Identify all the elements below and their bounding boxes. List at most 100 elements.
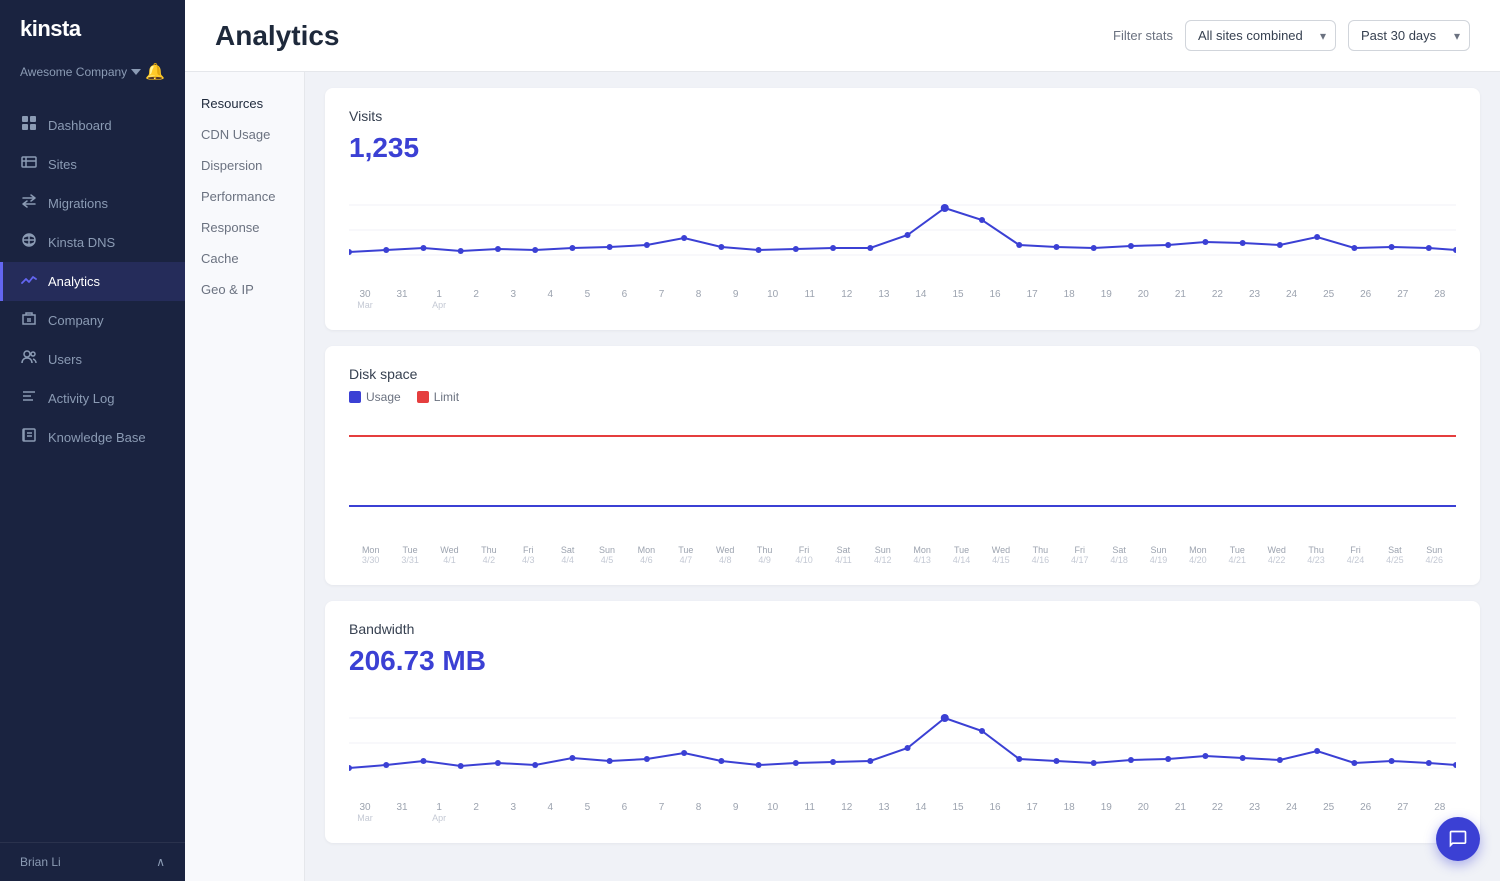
sidebar-item-dashboard[interactable]: Dashboard — [0, 106, 185, 145]
x-label: Mon4/20 — [1178, 545, 1217, 565]
x-label: 24 — [1280, 802, 1304, 823]
charts-area: Visits 1,235 — [305, 72, 1500, 881]
x-label: 23 — [1243, 802, 1267, 823]
x-label: 10 — [761, 802, 785, 823]
x-label: Mon4/6 — [627, 545, 666, 565]
sidebar-item-analytics[interactable]: Analytics — [0, 262, 185, 301]
sidebar-item-activity-log[interactable]: Activity Log — [0, 379, 185, 418]
x-label: Sat4/11 — [824, 545, 863, 565]
x-label: 15 — [946, 802, 970, 823]
chat-button[interactable] — [1436, 817, 1480, 861]
activity-log-icon — [20, 388, 38, 409]
x-label: Wed4/15 — [981, 545, 1020, 565]
sidebar-item-migrations[interactable]: Migrations — [0, 184, 185, 223]
x-label: 18 — [1057, 802, 1081, 823]
x-label: 17 — [1020, 802, 1044, 823]
sub-nav-resources[interactable]: Resources — [185, 88, 304, 119]
x-label: 14 — [909, 289, 933, 310]
x-label: 6 — [612, 289, 636, 310]
period-filter-select[interactable]: Past 30 days — [1348, 20, 1470, 51]
sidebar-item-label: Sites — [48, 157, 77, 172]
x-label: 4 — [538, 802, 562, 823]
x-label: 9 — [724, 802, 748, 823]
disk-x-axis: Mon3/30 Tue3/31 Wed4/1 Thu4/2 Fri4/3 Sat… — [349, 545, 1456, 565]
knowledge-base-icon — [20, 427, 38, 448]
x-label: Sun4/12 — [863, 545, 902, 565]
company-row[interactable]: Awesome Company 🔔 — [0, 58, 185, 98]
dashboard-icon — [20, 115, 38, 136]
x-label: Tue3/31 — [390, 545, 429, 565]
sites-filter-wrapper[interactable]: All sites combined — [1185, 20, 1336, 51]
x-label: 26 — [1354, 289, 1378, 310]
legend-usage: Usage — [349, 390, 401, 404]
bandwidth-chart-svg — [349, 693, 1456, 793]
x-label: Fri4/10 — [784, 545, 823, 565]
x-label: 17 — [1020, 289, 1044, 310]
x-label: 11 — [798, 289, 822, 310]
period-filter-wrapper[interactable]: Past 30 days — [1348, 20, 1470, 51]
x-label: 25 — [1317, 802, 1341, 823]
x-label: 7 — [650, 802, 674, 823]
x-label: 31 — [390, 802, 414, 823]
x-label: 13 — [872, 289, 896, 310]
x-label: Tue4/21 — [1218, 545, 1257, 565]
sites-icon — [20, 154, 38, 175]
sub-nav-dispersion[interactable]: Dispersion — [185, 150, 304, 181]
page-title: Analytics — [215, 20, 340, 52]
x-label: 27 — [1391, 802, 1415, 823]
x-label: 3 — [501, 289, 525, 310]
x-label: Thu4/16 — [1021, 545, 1060, 565]
sidebar-item-sites[interactable]: Sites — [0, 145, 185, 184]
sub-nav-performance[interactable]: Performance — [185, 181, 304, 212]
x-label: 12 — [835, 802, 859, 823]
sites-filter-select[interactable]: All sites combined — [1185, 20, 1336, 51]
user-name: Brian Li — [20, 855, 61, 869]
disk-space-chart-card: Disk space Usage Limit — [325, 346, 1480, 585]
x-label: Wed4/22 — [1257, 545, 1296, 565]
bandwidth-chart-card: Bandwidth 206.73 MB — [325, 601, 1480, 843]
main-nav: Dashboard Sites Migrations Kinsta DNS An… — [0, 98, 185, 842]
x-label: Wed4/8 — [706, 545, 745, 565]
notifications-icon[interactable]: 🔔 — [145, 62, 165, 82]
x-label: 10 — [761, 289, 785, 310]
x-label: Sat4/25 — [1375, 545, 1414, 565]
company-selector[interactable]: Awesome Company — [20, 65, 141, 79]
x-label: 23 — [1243, 289, 1267, 310]
migrations-icon — [20, 193, 38, 214]
sidebar: kinsta Awesome Company 🔔 Dashboard Sites… — [0, 0, 185, 881]
user-menu-chevron[interactable]: ∧ — [156, 855, 165, 869]
content-area: Resources CDN Usage Dispersion Performan… — [185, 72, 1500, 881]
sidebar-item-users[interactable]: Users — [0, 340, 185, 379]
sidebar-item-label: Kinsta DNS — [48, 235, 115, 250]
x-label: Fri4/24 — [1336, 545, 1375, 565]
sub-nav-geo-ip[interactable]: Geo & IP — [185, 274, 304, 305]
x-label: Tue4/7 — [666, 545, 705, 565]
x-label: Fri4/3 — [509, 545, 548, 565]
sidebar-footer[interactable]: Brian Li ∧ — [0, 842, 185, 881]
sidebar-item-label: Knowledge Base — [48, 430, 146, 445]
x-label: 20 — [1131, 289, 1155, 310]
filter-label: Filter stats — [1113, 28, 1173, 43]
sidebar-item-company[interactable]: Company — [0, 301, 185, 340]
sub-nav-response[interactable]: Response — [185, 212, 304, 243]
x-label: 5 — [575, 289, 599, 310]
x-label: 22 — [1205, 802, 1229, 823]
sidebar-item-kinsta-dns[interactable]: Kinsta DNS — [0, 223, 185, 262]
x-label: 19 — [1094, 802, 1118, 823]
x-label: 20 — [1131, 802, 1155, 823]
legend-limit-label: Limit — [434, 390, 459, 404]
x-label: 24 — [1280, 289, 1304, 310]
x-label: 12 — [835, 289, 859, 310]
disk-space-chart-container: Mon3/30 Tue3/31 Wed4/1 Thu4/2 Fri4/3 Sat… — [349, 416, 1456, 565]
x-label: 5 — [575, 802, 599, 823]
sidebar-item-knowledge-base[interactable]: Knowledge Base — [0, 418, 185, 457]
x-label: 21 — [1168, 289, 1192, 310]
sub-nav-cdn-usage[interactable]: CDN Usage — [185, 119, 304, 150]
visits-chart-container: 30 Mar 31 1 Apr 2 3 4 5 6 7 — [349, 180, 1456, 310]
sub-nav-cache[interactable]: Cache — [185, 243, 304, 274]
visits-chart-svg — [349, 180, 1456, 280]
top-bar: Analytics Filter stats All sites combine… — [185, 0, 1500, 72]
x-label: 3 — [501, 802, 525, 823]
x-label: 18 — [1057, 289, 1081, 310]
sidebar-item-label: Dashboard — [48, 118, 112, 133]
